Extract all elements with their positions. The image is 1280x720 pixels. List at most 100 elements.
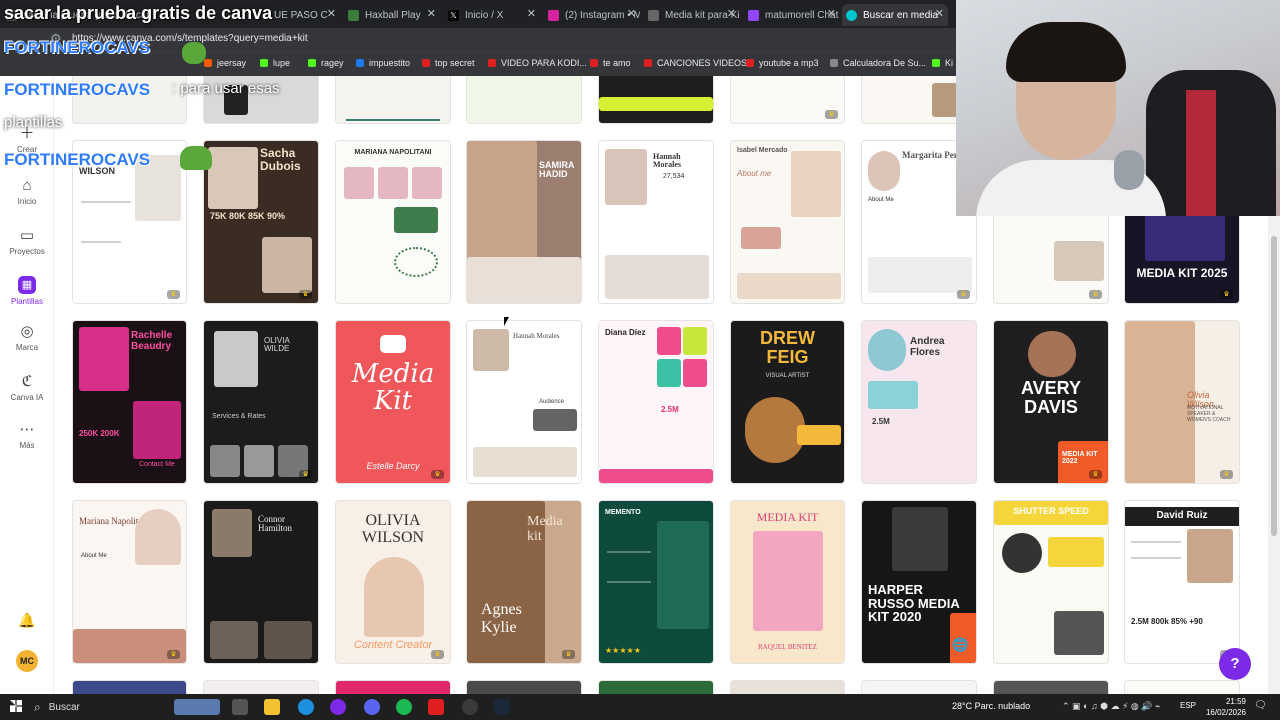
template-card[interactable]: Hannah Morales 27,534 bbox=[598, 140, 714, 304]
haxball-icon bbox=[348, 9, 359, 21]
template-card[interactable] bbox=[466, 76, 582, 124]
template-card[interactable]: Hannah Morales Audience bbox=[466, 320, 582, 484]
template-card[interactable]: Olivia Wilson MOTIVATIONAL SPEAKER & WOM… bbox=[1124, 320, 1240, 484]
app-icon[interactable] bbox=[428, 699, 444, 715]
premium-crown-icon: ♛ bbox=[1220, 290, 1233, 299]
tab-canva-search[interactable]: Buscar en media ✕ bbox=[842, 4, 948, 26]
template-rule bbox=[607, 551, 651, 553]
close-icon[interactable]: ✕ bbox=[327, 7, 336, 20]
template-card[interactable]: Andrea Flores 2.5M bbox=[861, 320, 977, 484]
template-card[interactable]: HARPER RUSSO MEDIA KIT 2020 🌐 bbox=[861, 500, 977, 664]
bookmark-youtube-mp3[interactable]: youtube a mp3 bbox=[746, 58, 819, 68]
template-card[interactable]: MEDIA KIT RAQUEL BENITEZ bbox=[730, 500, 845, 664]
bookmark-te-amo[interactable]: te amo bbox=[590, 58, 631, 68]
avatar[interactable]: MC bbox=[16, 650, 38, 672]
tab-haxball[interactable]: Haxball Play ✕ bbox=[344, 4, 440, 26]
template-card[interactable]: OLIVIA WILDE Services & Rates ♛ bbox=[203, 320, 319, 484]
template-card[interactable]: Media Kit Estelle Darcy ♛ bbox=[335, 320, 451, 484]
tab-x-home[interactable]: 𝕏 Inicio / X ✕ bbox=[444, 4, 540, 26]
close-icon[interactable]: ✕ bbox=[935, 7, 944, 20]
template-card[interactable] bbox=[598, 76, 714, 124]
close-icon[interactable]: ✕ bbox=[727, 7, 736, 20]
template-card[interactable]: Isabel Mercado About me bbox=[730, 140, 845, 304]
premium-crown-icon: ♛ bbox=[431, 650, 444, 659]
bookmark-ki[interactable]: Ki bbox=[932, 58, 953, 68]
bell-icon[interactable]: 🔔 bbox=[18, 612, 35, 629]
premium-crown-icon: ♛ bbox=[299, 290, 312, 299]
premium-crown-icon: ♛ bbox=[562, 650, 575, 659]
home-icon: ⌂ bbox=[22, 177, 32, 194]
sidebar-item-more[interactable]: ⋯ Más bbox=[0, 422, 54, 451]
template-card[interactable] bbox=[1124, 680, 1240, 694]
close-icon[interactable]: ✕ bbox=[427, 7, 436, 20]
sidebar-item-templates[interactable]: ▦ Plantillas bbox=[0, 276, 54, 306]
template-card[interactable]: ♛ bbox=[730, 76, 845, 124]
template-card[interactable] bbox=[730, 680, 845, 694]
close-icon[interactable]: ✕ bbox=[627, 7, 636, 20]
template-stats bbox=[868, 257, 972, 293]
tab-media-kit[interactable]: Media kit para Ki ✕ bbox=[644, 4, 740, 26]
language-indicator[interactable]: ESP bbox=[1180, 701, 1196, 710]
weather-widget[interactable]: 28°C Parc. nublado bbox=[952, 701, 1030, 711]
steam-icon[interactable] bbox=[494, 699, 510, 715]
bookmark-video-kodi[interactable]: VIDEO PARA KODI... bbox=[488, 58, 587, 68]
template-photo bbox=[210, 621, 258, 659]
help-button[interactable]: ? bbox=[1219, 648, 1251, 680]
template-card[interactable]: Media kit Agnes Kylie ♛ bbox=[466, 500, 582, 664]
stream-title-overlay: sacar la prueba gratis de canva bbox=[4, 3, 273, 23]
template-card[interactable]: Mariana Napolitani About Me ♛ bbox=[72, 500, 187, 664]
template-card[interactable] bbox=[466, 680, 582, 694]
sidebar-item-projects[interactable]: ▭ Proyectos bbox=[0, 228, 54, 257]
bookmark-impuestito[interactable]: impuestito bbox=[356, 58, 410, 68]
canva-icon bbox=[846, 9, 857, 21]
spotify-icon[interactable] bbox=[396, 699, 412, 715]
premium-crown-icon: ♛ bbox=[167, 650, 180, 659]
scrollbar-thumb[interactable] bbox=[1271, 236, 1277, 536]
template-card[interactable]: Rachelle Beaudry 250K 200K Contact Me bbox=[72, 320, 187, 484]
tab-que-paso[interactable]: UE PASO C ✕ bbox=[270, 4, 340, 26]
template-card[interactable] bbox=[335, 76, 451, 124]
notification-icon[interactable]: 🗨 bbox=[1254, 700, 1267, 711]
task-view-icon[interactable] bbox=[232, 699, 248, 715]
sidebar-item-brand[interactable]: ◎ Marca bbox=[0, 324, 54, 353]
template-card[interactable]: David Ruiz 2.5M 800k 85% +90 ♛ bbox=[1124, 500, 1240, 664]
bookmark-top-secret[interactable]: top secret bbox=[422, 58, 475, 68]
taskbar-clock[interactable]: 21:59 16/02/2026 bbox=[1196, 696, 1246, 718]
file-explorer-icon[interactable] bbox=[264, 699, 280, 715]
template-card[interactable]: OLIVIA WILSON Content Creator ♛ bbox=[335, 500, 451, 664]
canva-app-icon[interactable] bbox=[330, 699, 346, 715]
tab-instagram[interactable]: (2) Instagram • M ✕ bbox=[544, 4, 640, 26]
system-tray-icons[interactable]: ⌃ ▣ ◐ ♫ ⬢ ☁ ⚡ ◍ 🔊 ⌁ bbox=[1062, 701, 1160, 712]
discord-icon[interactable] bbox=[364, 699, 380, 715]
template-card[interactable]: MEMENTO ★★★★★ bbox=[598, 500, 714, 664]
template-card[interactable]: AVERY DAVIS MEDIA KIT 2022 ♛ bbox=[993, 320, 1109, 484]
template-card[interactable]: Connor Hamilton bbox=[203, 500, 319, 664]
template-card[interactable] bbox=[335, 680, 451, 694]
template-photo bbox=[753, 531, 823, 631]
template-card[interactable] bbox=[861, 680, 977, 694]
obs-icon[interactable] bbox=[462, 699, 478, 715]
template-card[interactable]: SAMIRA HADID bbox=[466, 140, 582, 304]
close-icon[interactable]: ✕ bbox=[527, 7, 536, 20]
sidebar-item-home[interactable]: ⌂ Inicio bbox=[0, 177, 54, 207]
bookmark-calculadora[interactable]: Calculadora De Su... bbox=[830, 58, 926, 68]
template-card[interactable] bbox=[203, 680, 319, 694]
tab-twitch-chat[interactable]: matumorell Chat ✕ bbox=[744, 4, 840, 26]
edge-icon[interactable] bbox=[298, 699, 314, 715]
template-card[interactable] bbox=[598, 680, 714, 694]
sidebar-item-canva-ai[interactable]: ℭ Canva IA bbox=[0, 374, 54, 403]
template-card[interactable]: DREW FEIG VISUAL ARTIST bbox=[730, 320, 845, 484]
bookmark-jeersay[interactable]: jeersay bbox=[204, 58, 246, 68]
template-card[interactable]: Sacha Dubois 75K 80K 85K 90% ♛ bbox=[203, 140, 319, 304]
bookmark-canciones[interactable]: CANCIONES VIDEOS bbox=[644, 58, 747, 68]
bookmark-ragey[interactable]: ragey bbox=[308, 58, 344, 68]
template-photo bbox=[657, 521, 709, 629]
template-card[interactable]: MARIANA NAPOLITANI bbox=[335, 140, 451, 304]
template-card[interactable] bbox=[72, 680, 187, 694]
bookmark-lupe[interactable]: lupe bbox=[260, 58, 290, 68]
windows-start-icon[interactable] bbox=[10, 700, 22, 712]
template-card[interactable]: SHUTTER SPEED bbox=[993, 500, 1109, 664]
close-icon[interactable]: ✕ bbox=[827, 7, 836, 20]
template-card[interactable]: Diana Díez 2.5M bbox=[598, 320, 714, 484]
template-card[interactable] bbox=[993, 680, 1109, 694]
